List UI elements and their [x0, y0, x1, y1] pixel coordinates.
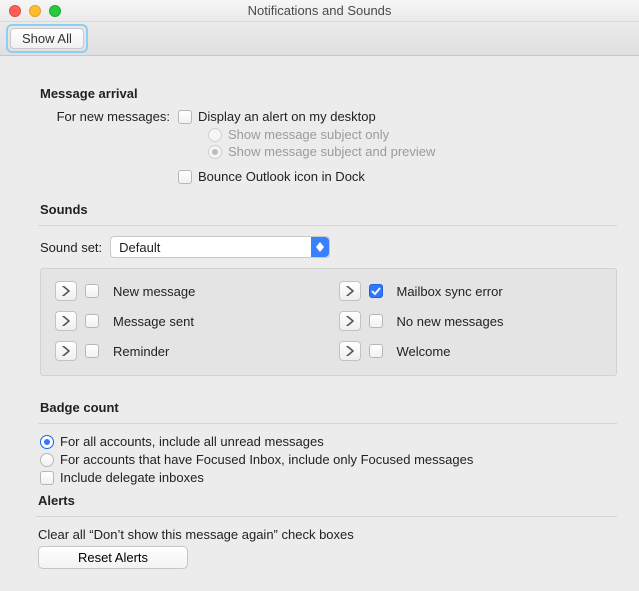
show-all-focus-ring: Show All: [6, 24, 88, 53]
sound-enable-checkbox[interactable]: [369, 344, 383, 358]
play-sound-button[interactable]: [55, 311, 77, 331]
chevron-right-icon: [62, 316, 70, 326]
bounce-icon-checkbox[interactable]: [178, 170, 192, 184]
chevron-right-icon: [62, 286, 70, 296]
toolbar: Show All: [0, 22, 639, 56]
chevron-right-icon: [346, 286, 354, 296]
play-sound-button[interactable]: [339, 281, 361, 301]
sound-item: New message: [55, 281, 319, 301]
alerts-divider: [36, 516, 617, 517]
section-badge-heading: Badge count: [40, 400, 617, 415]
show-all-button[interactable]: Show All: [10, 28, 84, 49]
display-alert-checkbox[interactable]: [178, 110, 192, 124]
sound-item: Message sent: [55, 311, 319, 331]
badge-focused-radio[interactable]: [40, 453, 54, 467]
chevron-right-icon: [346, 316, 354, 326]
play-sound-button[interactable]: [339, 311, 361, 331]
sounds-grid: New message Mailbox sync error Message sen…: [40, 268, 617, 376]
sound-enable-checkbox[interactable]: [369, 314, 383, 328]
chevron-right-icon: [62, 346, 70, 356]
window-title: Notifications and Sounds: [0, 3, 639, 18]
chevron-right-icon: [346, 346, 354, 356]
window-controls: [9, 5, 61, 17]
select-stepper-icon: [311, 237, 329, 257]
sound-item: Mailbox sync error: [339, 281, 603, 301]
play-sound-button[interactable]: [55, 281, 77, 301]
sound-item: Welcome: [339, 341, 603, 361]
sound-item-label: Welcome: [397, 344, 451, 359]
badge-divider: [38, 423, 617, 424]
badge-focused-label: For accounts that have Focused Inbox, in…: [60, 452, 473, 467]
sound-set-value: Default: [119, 240, 160, 255]
content-area: Message arrival For new messages: Displa…: [0, 56, 639, 583]
subject-and-preview-radio: [208, 145, 222, 159]
for-new-messages-label: For new messages:: [40, 109, 170, 124]
subject-and-preview-label: Show message subject and preview: [228, 144, 435, 159]
bounce-icon-label: Bounce Outlook icon in Dock: [198, 169, 365, 184]
sound-enable-checkbox[interactable]: [85, 284, 99, 298]
sound-item-label: No new messages: [397, 314, 504, 329]
sound-item: Reminder: [55, 341, 319, 361]
include-delegate-checkbox[interactable]: [40, 471, 54, 485]
preferences-window: Notifications and Sounds Show All Messag…: [0, 0, 639, 591]
subject-only-radio: [208, 128, 222, 142]
zoom-window-button[interactable]: [49, 5, 61, 17]
sound-enable-checkbox[interactable]: [85, 344, 99, 358]
sounds-divider: [38, 225, 617, 226]
section-alerts-heading: Alerts: [38, 493, 617, 508]
sound-item-label: Message sent: [113, 314, 194, 329]
sound-enable-checkbox[interactable]: [85, 314, 99, 328]
close-window-button[interactable]: [9, 5, 21, 17]
badge-all-accounts-label: For all accounts, include all unread mes…: [60, 434, 324, 449]
subject-only-label: Show message subject only: [228, 127, 389, 142]
sound-set-label: Sound set:: [40, 240, 102, 255]
badge-all-accounts-radio[interactable]: [40, 435, 54, 449]
section-message-arrival-heading: Message arrival: [40, 86, 617, 101]
sound-item-label: Reminder: [113, 344, 169, 359]
alerts-description: Clear all “Don’t show this message again…: [38, 527, 617, 542]
sound-set-select[interactable]: Default: [110, 236, 330, 258]
reset-alerts-button[interactable]: Reset Alerts: [38, 546, 188, 569]
section-sounds-heading: Sounds: [40, 202, 617, 217]
sound-enable-checkbox[interactable]: [369, 284, 383, 298]
sound-item-label: New message: [113, 284, 195, 299]
sound-item-label: Mailbox sync error: [397, 284, 503, 299]
display-alert-label: Display an alert on my desktop: [198, 109, 376, 124]
include-delegate-label: Include delegate inboxes: [60, 470, 204, 485]
sound-item: No new messages: [339, 311, 603, 331]
titlebar: Notifications and Sounds: [0, 0, 639, 22]
play-sound-button[interactable]: [55, 341, 77, 361]
minimize-window-button[interactable]: [29, 5, 41, 17]
play-sound-button[interactable]: [339, 341, 361, 361]
check-icon: [371, 286, 381, 296]
